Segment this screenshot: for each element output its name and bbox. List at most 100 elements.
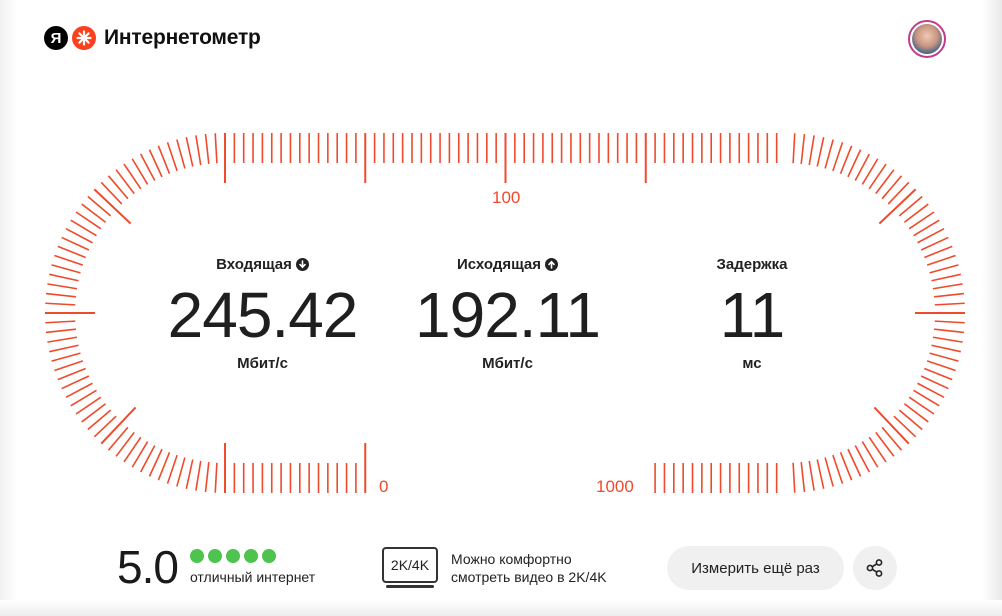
gauge-tick bbox=[824, 139, 834, 169]
gauge-tick bbox=[926, 360, 956, 372]
gauge-tick bbox=[926, 254, 956, 266]
gauge-tick bbox=[166, 454, 178, 484]
gauge-tick bbox=[893, 415, 917, 438]
gauge-tick bbox=[832, 454, 844, 484]
download-value: 245.42 bbox=[167, 279, 359, 351]
gauge-tick bbox=[45, 328, 76, 334]
gauge-tick bbox=[49, 344, 79, 353]
upload-value: 192.11 bbox=[415, 279, 601, 351]
gauge-tick bbox=[934, 328, 965, 334]
gauge-tick bbox=[924, 245, 953, 259]
gauge-tick bbox=[800, 133, 806, 164]
gauge-tick bbox=[934, 292, 965, 298]
share-icon bbox=[866, 559, 883, 577]
gauge-tick bbox=[932, 283, 963, 290]
tv-stand bbox=[386, 585, 434, 588]
gauge-tick bbox=[934, 320, 965, 324]
gauge-tick bbox=[934, 302, 965, 306]
latency-value: 11 bbox=[719, 279, 785, 351]
download-metric: Входящая 245.42 Мбит/с bbox=[150, 256, 375, 372]
connection-rating: 5.0 отличный интернет bbox=[117, 540, 315, 594]
upload-unit: Мбит/с bbox=[482, 355, 533, 372]
upload-metric: Исходящая 192.11 Мбит/с bbox=[395, 256, 620, 372]
rating-text: отличный интернет bbox=[189, 569, 316, 585]
gauge-tick bbox=[93, 415, 117, 438]
download-unit: Мбит/с bbox=[237, 355, 288, 372]
gauge-tick bbox=[157, 145, 171, 174]
gauge-tick bbox=[54, 360, 84, 372]
scale-label-0: 0 bbox=[379, 477, 389, 496]
gauge-tick bbox=[931, 273, 961, 282]
gauge-tick bbox=[808, 135, 815, 166]
gauge-tick bbox=[816, 137, 825, 167]
gauge-tick bbox=[792, 133, 796, 164]
gauge-tick bbox=[887, 181, 910, 205]
gauge-tick bbox=[839, 145, 853, 174]
gauge-tick bbox=[47, 336, 78, 343]
gauge-tick bbox=[898, 195, 923, 217]
gauge-tick bbox=[898, 409, 923, 431]
latency-label: Задержка bbox=[652, 256, 852, 273]
gauge-tick bbox=[45, 292, 76, 298]
share-button[interactable] bbox=[853, 546, 897, 590]
rating-star bbox=[225, 549, 240, 563]
gauge-tick bbox=[51, 352, 81, 362]
gauge-tick bbox=[195, 460, 202, 491]
gauge-tick bbox=[57, 367, 86, 381]
gauge-tick bbox=[931, 344, 961, 353]
video-quality-line-1: Можно комфортно bbox=[451, 551, 572, 567]
gauge-tick bbox=[903, 403, 929, 423]
gauge-tick bbox=[45, 302, 76, 306]
video-quality-line-2: смотреть видео в 2K/4K bbox=[451, 569, 607, 585]
gauge-tick bbox=[185, 459, 194, 489]
rating-score: 5.0 bbox=[117, 541, 179, 593]
gauge-tick bbox=[87, 409, 112, 431]
gauge-tick bbox=[903, 203, 929, 223]
latency-unit: мс bbox=[742, 355, 762, 372]
gauge-tick bbox=[800, 462, 806, 493]
rating-star bbox=[189, 549, 204, 563]
video-quality-text: Можно комфортно смотреть видео в 2K/4K bbox=[451, 550, 641, 586]
gauge-tick bbox=[115, 431, 135, 457]
video-quality-badge: 2K/4K bbox=[382, 547, 438, 583]
gauge-tick bbox=[115, 169, 135, 195]
gauge-tick bbox=[49, 273, 79, 282]
gauge-tick bbox=[214, 462, 218, 493]
gauge-tick bbox=[54, 254, 84, 266]
latency-label-text: Задержка bbox=[716, 256, 788, 273]
gauge-tick bbox=[839, 452, 853, 481]
rating-stars bbox=[189, 549, 315, 563]
gauge-tick bbox=[166, 142, 178, 172]
arrow-up-icon bbox=[545, 258, 559, 271]
gauge-tick bbox=[214, 133, 218, 164]
gauge-tick bbox=[881, 175, 903, 200]
gauge-tick bbox=[81, 203, 107, 223]
gauge-tick bbox=[924, 367, 953, 381]
gauge-tick bbox=[929, 352, 959, 362]
retry-button[interactable]: Измерить ещё раз bbox=[667, 546, 844, 590]
scale-label-1000: 1000 bbox=[596, 477, 634, 496]
gauge-tick bbox=[176, 457, 186, 487]
gauge-tick bbox=[57, 245, 86, 259]
rating-details: отличный интернет bbox=[189, 549, 316, 585]
rating-star bbox=[207, 549, 222, 563]
gauge-tick bbox=[875, 169, 895, 195]
gauge-tick bbox=[881, 426, 903, 451]
gauge-tick bbox=[875, 431, 895, 457]
gauge-tick bbox=[185, 137, 194, 167]
gauge-tick bbox=[81, 403, 107, 423]
gauge-tick bbox=[195, 135, 202, 166]
gauge-tick bbox=[204, 462, 210, 493]
arrow-down-icon bbox=[295, 258, 309, 271]
download-label: Входящая bbox=[150, 256, 375, 273]
gauge-tick bbox=[107, 426, 129, 451]
gauge-tick bbox=[100, 181, 123, 205]
gauge-tick bbox=[45, 320, 76, 324]
latency-metric: Задержка 11 мс bbox=[652, 256, 852, 372]
gauge-tick bbox=[932, 336, 963, 343]
gauge-tick bbox=[51, 264, 81, 274]
gauge-tick bbox=[47, 283, 78, 290]
gauge-tick bbox=[816, 459, 825, 489]
gauge-tick bbox=[824, 457, 834, 487]
gauge-tick bbox=[107, 175, 129, 200]
